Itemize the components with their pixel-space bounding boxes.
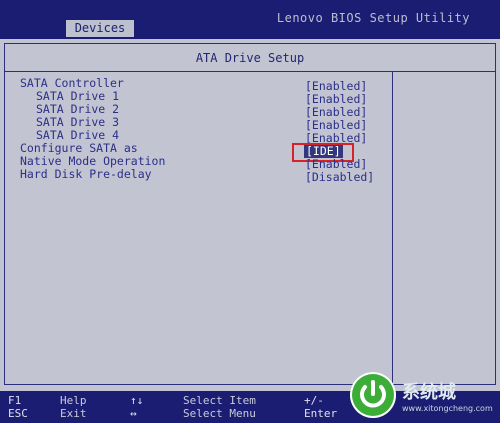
power-icon [350,372,396,418]
app-title: Lenovo BIOS Setup Utility [276,11,470,25]
key-enter: Enter [304,407,338,420]
setting-label-hard-disk-pre-delay[interactable]: Hard Disk Pre-delay [20,168,152,181]
bios-header: Devices Lenovo BIOS Setup Utility [0,0,500,40]
key-f1: F1 [8,394,22,407]
key-f1-action: Help [60,394,87,407]
setting-value-hard-disk-pre-delay[interactable]: [Disabled] [305,171,374,184]
panel-title: ATA Drive Setup [195,51,305,65]
site-watermark: 系统城 www.xitongcheng.com [340,368,500,423]
key-esc-action: Exit [60,407,87,420]
divider [5,71,495,72]
watermark-url: www.xitongcheng.com [402,404,493,413]
tab-devices[interactable]: Devices [66,20,134,37]
key-leftright-arrows: ↔ [130,407,137,420]
key-leftright-action: Select Menu [183,407,256,420]
divider [392,72,393,391]
key-plus-minus: +/- [304,394,324,407]
key-esc: ESC [8,407,28,420]
key-updown-action: Select Item [183,394,256,407]
watermark-text: 系统城 [402,382,456,403]
key-updown-arrows: ↑↓ [130,394,144,407]
ata-drive-setup-panel: ATA Drive Setup SATA Controller [Enabled… [0,39,500,391]
